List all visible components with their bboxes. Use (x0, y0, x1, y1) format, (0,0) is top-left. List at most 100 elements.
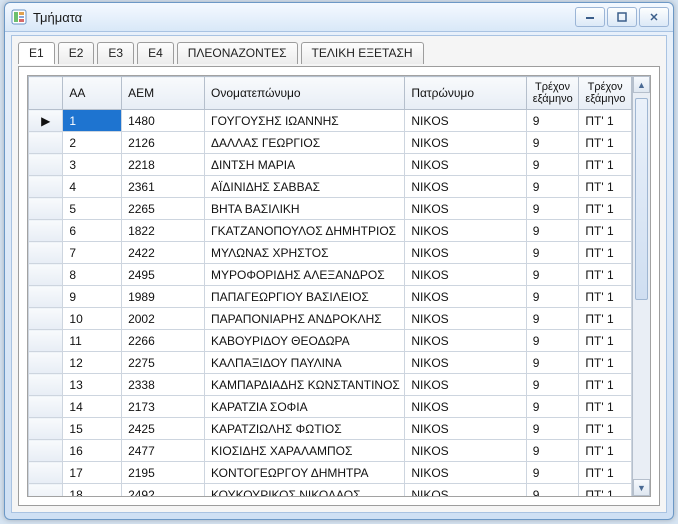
cell-name[interactable]: ΓΚΑΤΖΑΝΟΠΟΥΛΟΣ ΔΗΜΗΤΡΙΟΣ (205, 220, 405, 242)
cell-aa[interactable]: 1 (63, 110, 122, 132)
cell-trex1[interactable]: 9 (526, 286, 579, 308)
table-row[interactable]: 72422ΜΥΛΩΝΑΣ ΧΡΗΣΤΟΣNIKOS9ΠΤ' 1 (29, 242, 632, 264)
cell-name[interactable]: ΓΟΥΓΟΥΣΗΣ ΙΩΑΝΝΗΣ (205, 110, 405, 132)
tab-e1[interactable]: E1 (18, 42, 55, 64)
cell-aem[interactable]: 2266 (122, 330, 205, 352)
cell-trex2[interactable]: ΠΤ' 1 (579, 110, 632, 132)
row-header[interactable] (29, 132, 63, 154)
scroll-thumb[interactable] (635, 98, 648, 300)
table-row[interactable]: 82495ΜΥΡΟΦΟΡΙΔΗΣ ΑΛΕΞΑΝΔΡΟΣNIKOS9ΠΤ' 1 (29, 264, 632, 286)
cell-patr[interactable]: NIKOS (405, 308, 526, 330)
cell-aem[interactable]: 2422 (122, 242, 205, 264)
cell-name[interactable]: ΚΑΡΑΤΖΙΩΛΗΣ ΦΩΤΙΟΣ (205, 418, 405, 440)
cell-trex1[interactable]: 9 (526, 132, 579, 154)
cell-aem[interactable]: 2361 (122, 176, 205, 198)
cell-name[interactable]: ΚΑΡΑΤΖΙΑ ΣΟΦΙΑ (205, 396, 405, 418)
cell-aa[interactable]: 12 (63, 352, 122, 374)
cell-name[interactable]: ΚΑΜΠΑΡΔΙΑΔΗΣ ΚΩΝΣΤΑΝΤΙΝΟΣ (205, 374, 405, 396)
cell-aa[interactable]: 6 (63, 220, 122, 242)
cell-aem[interactable]: 1822 (122, 220, 205, 242)
row-header[interactable] (29, 154, 63, 176)
cell-aem[interactable]: 2195 (122, 462, 205, 484)
table-row[interactable]: 182492ΚΟΥΚΟΥΡΙΚΟΣ ΝΙΚΟΛΑΟΣNIKOS9ΠΤ' 1 (29, 484, 632, 497)
cell-trex1[interactable]: 9 (526, 440, 579, 462)
row-header[interactable] (29, 330, 63, 352)
row-header[interactable] (29, 374, 63, 396)
cell-aa[interactable]: 13 (63, 374, 122, 396)
cell-patr[interactable]: NIKOS (405, 440, 526, 462)
cell-name[interactable]: ΚΙΟΣΙΔΗΣ ΧΑΡΑΛΑΜΠΟΣ (205, 440, 405, 462)
cell-patr[interactable]: NIKOS (405, 396, 526, 418)
cell-patr[interactable]: NIKOS (405, 330, 526, 352)
cell-patr[interactable]: NIKOS (405, 264, 526, 286)
cell-trex2[interactable]: ΠΤ' 1 (579, 418, 632, 440)
tab-teliki-exetasi[interactable]: ΤΕΛΙΚΗ ΕΞΕΤΑΣΗ (301, 42, 424, 64)
cell-aem[interactable]: 2495 (122, 264, 205, 286)
close-button[interactable] (639, 7, 669, 27)
cell-aa[interactable]: 16 (63, 440, 122, 462)
row-header[interactable] (29, 264, 63, 286)
cell-trex1[interactable]: 9 (526, 352, 579, 374)
cell-name[interactable]: ΠΑΡΑΠΟΝΙΑΡΗΣ ΑΝΔΡΟΚΛΗΣ (205, 308, 405, 330)
tab-e4[interactable]: E4 (137, 42, 174, 64)
cell-trex1[interactable]: 9 (526, 154, 579, 176)
cell-name[interactable]: ΚΑΛΠΑΞΙΔΟΥ ΠΑΥΛΙΝΑ (205, 352, 405, 374)
cell-trex1[interactable]: 9 (526, 110, 579, 132)
table-row[interactable]: 112266ΚΑΒΟΥΡΙΔΟΥ ΘΕΟΔΩΡΑNIKOS9ΠΤ' 1 (29, 330, 632, 352)
cell-trex1[interactable]: 9 (526, 198, 579, 220)
cell-name[interactable]: ΜΥΛΩΝΑΣ ΧΡΗΣΤΟΣ (205, 242, 405, 264)
cell-name[interactable]: ΠΑΠΑΓΕΩΡΓΙΟΥ ΒΑΣΙΛΕΙΟΣ (205, 286, 405, 308)
cell-trex2[interactable]: ΠΤ' 1 (579, 154, 632, 176)
cell-patr[interactable]: NIKOS (405, 132, 526, 154)
row-header[interactable] (29, 286, 63, 308)
cell-trex2[interactable]: ΠΤ' 1 (579, 264, 632, 286)
cell-aem[interactable]: 2275 (122, 352, 205, 374)
data-grid[interactable]: AA AEM Ονοματεπώνυμο Πατρώνυμο Τρέχον εξ… (27, 75, 651, 497)
table-row[interactable]: 162477ΚΙΟΣΙΔΗΣ ΧΑΡΑΛΑΜΠΟΣNIKOS9ΠΤ' 1 (29, 440, 632, 462)
cell-trex2[interactable]: ΠΤ' 1 (579, 440, 632, 462)
cell-trex2[interactable]: ΠΤ' 1 (579, 132, 632, 154)
cell-trex2[interactable]: ΠΤ' 1 (579, 286, 632, 308)
cell-aem[interactable]: 2126 (122, 132, 205, 154)
cell-aa[interactable]: 2 (63, 132, 122, 154)
table-row[interactable]: 32218ΔΙΝΤΣΗ ΜΑΡΙΑNIKOS9ΠΤ' 1 (29, 154, 632, 176)
cell-patr[interactable]: NIKOS (405, 418, 526, 440)
cell-patr[interactable]: NIKOS (405, 176, 526, 198)
cell-trex2[interactable]: ΠΤ' 1 (579, 220, 632, 242)
cell-name[interactable]: ΚΟΝΤΟΓΕΩΡΓΟΥ ΔΗΜΗΤΡΑ (205, 462, 405, 484)
cell-aa[interactable]: 5 (63, 198, 122, 220)
row-header[interactable]: ▶ (29, 110, 63, 132)
cell-aem[interactable]: 2218 (122, 154, 205, 176)
cell-patr[interactable]: NIKOS (405, 484, 526, 497)
col-aa[interactable]: AA (63, 77, 122, 110)
cell-aa[interactable]: 14 (63, 396, 122, 418)
titlebar[interactable]: Τμήματα (5, 3, 673, 32)
cell-trex1[interactable]: 9 (526, 418, 579, 440)
cell-aem[interactable]: 1480 (122, 110, 205, 132)
table-row[interactable]: 142173ΚΑΡΑΤΖΙΑ ΣΟΦΙΑNIKOS9ΠΤ' 1 (29, 396, 632, 418)
cell-aem[interactable]: 2492 (122, 484, 205, 497)
vertical-scrollbar[interactable]: ▲ ▼ (632, 76, 650, 496)
cell-aem[interactable]: 2002 (122, 308, 205, 330)
cell-patr[interactable]: NIKOS (405, 110, 526, 132)
tab-pleonazontes[interactable]: ΠΛΕΟΝΑΖΟΝΤΕΣ (177, 42, 298, 64)
row-header[interactable] (29, 242, 63, 264)
table-row[interactable]: 152425ΚΑΡΑΤΖΙΩΛΗΣ ΦΩΤΙΟΣNIKOS9ΠΤ' 1 (29, 418, 632, 440)
cell-patr[interactable]: NIKOS (405, 154, 526, 176)
cell-trex1[interactable]: 9 (526, 396, 579, 418)
cell-aa[interactable]: 8 (63, 264, 122, 286)
cell-aa[interactable]: 9 (63, 286, 122, 308)
cell-aa[interactable]: 7 (63, 242, 122, 264)
cell-trex2[interactable]: ΠΤ' 1 (579, 176, 632, 198)
col-name[interactable]: Ονοματεπώνυμο (205, 77, 405, 110)
cell-aa[interactable]: 18 (63, 484, 122, 497)
table-row[interactable]: 52265ΒΗΤΑ ΒΑΣΙΛΙΚΗNIKOS9ΠΤ' 1 (29, 198, 632, 220)
cell-trex2[interactable]: ΠΤ' 1 (579, 308, 632, 330)
cell-aa[interactable]: 10 (63, 308, 122, 330)
row-header[interactable] (29, 352, 63, 374)
cell-aa[interactable]: 15 (63, 418, 122, 440)
table-row[interactable]: 122275ΚΑΛΠΑΞΙΔΟΥ ΠΑΥΛΙΝΑNIKOS9ΠΤ' 1 (29, 352, 632, 374)
col-trex1[interactable]: Τρέχον εξάμηνο (526, 77, 579, 110)
cell-aem[interactable]: 2265 (122, 198, 205, 220)
col-trex2[interactable]: Τρέχον εξάμηνο (579, 77, 632, 110)
